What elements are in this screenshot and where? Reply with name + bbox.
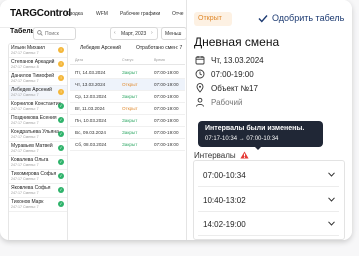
list-item[interactable]: Степанов Аркадий 247:17 Смены: 8! [9, 58, 67, 72]
shift-object: Объект №17 [195, 83, 345, 94]
top-nav: TARGControl Сводка WFM Рабочие графики О… [0, 0, 185, 28]
intervals-label: Интервалы [194, 151, 236, 160]
check-status-icon: ✓ [58, 131, 64, 137]
check-status-icon: ✓ [58, 159, 64, 165]
table-row[interactable]: Вт, 11.03.2024 Открыт 07:00-19:00 [70, 103, 185, 115]
chevron-down-icon [328, 197, 335, 202]
nav-item-summary[interactable]: Сводка [66, 11, 83, 17]
app-logo[interactable]: TARGControl [10, 8, 71, 19]
table-row[interactable]: Сб, 08.03.2024 Закрыт 07:00-19:00 [70, 139, 185, 151]
check-status-icon: ✓ [58, 103, 64, 109]
list-item[interactable]: Данилов Тимофей 247:17 Смены: 7! [9, 72, 67, 86]
nav-item-schedules[interactable]: Рабочие графики [120, 11, 160, 17]
nav-item-reports[interactable]: Отче [172, 11, 184, 17]
shift-position: Рабочий [195, 97, 345, 108]
list-item[interactable]: Муравьев Матвей 247:17 Смены: 7 ✓ [9, 142, 67, 156]
list-item[interactable]: Яковлева Софья 247:17 Смены: 7 ✓ [9, 184, 67, 198]
shift-title: Дневная смена [194, 35, 280, 49]
tooltip-change: 07:17-10:34 → 07:00-10:34 [205, 136, 279, 142]
list-item[interactable]: Кондратьева Ульяна 247:17 Смены: 7 ✓ [9, 128, 67, 142]
interval-select[interactable]: 10:40-13:02 [198, 189, 339, 212]
table-row[interactable]: Пн, 10.03.2024 Закрыт 07:00-19:00 [70, 115, 185, 127]
warning-status-dot: ! [58, 75, 64, 81]
intervals-changed-tooltip: Интервалы были изменены. 07:17-10:34 → 0… [198, 121, 323, 150]
list-item[interactable]: Ковалева Ольга 247:17 Смены: 7 ✓ [9, 156, 67, 170]
nav-item-wfm[interactable]: WFM [96, 11, 108, 17]
check-icon [258, 15, 268, 23]
tooltip-title: Интервалы были изменены. [205, 125, 305, 132]
month-picker[interactable]: ‹ Март, 2023 › [110, 27, 158, 40]
table-row[interactable]: Вс, 09.03.2024 Закрыт 07:00-19:00 [70, 127, 185, 139]
check-status-icon: ✓ [58, 145, 64, 151]
list-item-selected[interactable]: Лебедев Арсений 247:17 Смены: 7! [9, 86, 67, 100]
intervals-box: 07:00-10:34 10:40-13:02 14:02-19:00 [193, 160, 345, 240]
page-title: Табель [10, 28, 35, 35]
shift-time: 07:00-19:00 [195, 69, 345, 80]
month-label: Март, 2023 [121, 31, 147, 37]
table-header: Дата Статус Время [70, 56, 185, 65]
search-icon [37, 30, 43, 36]
tooltip-arrow [254, 146, 262, 150]
status-badge: Открыт [194, 12, 232, 26]
column-time: Время [154, 58, 165, 62]
list-item[interactable]: Ильин Михаил 247:17 Смены: 7! [9, 44, 67, 58]
less-button-label: Меньш [165, 31, 182, 37]
chevron-down-icon [328, 221, 335, 226]
selected-employee-header: Лебедев Арсений Отработано смен: 7 [70, 43, 185, 53]
list-item[interactable]: Поздникова Есения 247:17 Смены: 7 ✓ [9, 114, 67, 128]
employee-list: Ильин Михаил 247:17 Смены: 7! Степанов Ар… [8, 43, 68, 240]
app-window: TARGControl Сводка WFM Рабочие графики О… [0, 0, 352, 240]
check-status-icon: ✓ [58, 201, 64, 207]
chevron-left-icon[interactable]: ‹ [114, 30, 116, 36]
location-pin-icon [196, 83, 204, 93]
check-status-icon: ✓ [58, 117, 64, 123]
shift-table: Лебедев Арсений Отработано смен: 7 Дата … [70, 43, 185, 240]
warning-icon[interactable] [240, 151, 249, 159]
interval-select[interactable]: 14:02-19:00 [198, 213, 339, 236]
search-box[interactable] [33, 27, 76, 40]
clock-icon [195, 69, 205, 79]
column-status: Статус [122, 58, 134, 62]
list-item[interactable]: Корнилов Константин 247:17 Смены: 7 ✓ [9, 100, 67, 114]
approve-label: Одобрить табель [272, 13, 345, 23]
warning-status-dot: ! [58, 89, 64, 95]
warning-status-dot: ! [58, 61, 64, 67]
table-row[interactable]: Пт, 14.03.2024 Закрыт 07:00-19:00 [70, 67, 185, 79]
column-date: Дата [75, 58, 83, 62]
list-item[interactable]: Тихонов Марк 247:17 Смены: 7 ✓ [9, 198, 67, 212]
shifts-worked: Отработано смен: 7 [136, 45, 183, 51]
shift-date: Чт, 13.03.2024 [195, 55, 345, 66]
table-row-selected[interactable]: Чт, 13.03.2024 Открыт 07:00-19:00 [70, 79, 185, 91]
chevron-down-icon [328, 172, 335, 177]
chevron-right-icon[interactable]: › [151, 30, 153, 36]
warning-status-dot: ! [58, 47, 64, 53]
selected-employee-name: Лебедев Арсений [80, 45, 121, 51]
search-input[interactable] [45, 28, 73, 39]
table-row[interactable]: Ср, 12.03.2024 Закрыт 07:00-19:00 [70, 91, 185, 103]
timesheet-toolbar: Табель ‹ Март, 2023 › Меньш [0, 27, 187, 41]
list-item[interactable]: Тихомирова Софья 247:17 Смены: 7 ✓ [9, 170, 67, 184]
check-status-icon: ✓ [58, 187, 64, 193]
less-button[interactable]: Меньш [161, 27, 187, 40]
check-status-icon: ✓ [58, 173, 64, 179]
person-icon [196, 97, 204, 107]
calendar-icon [195, 56, 205, 65]
interval-select[interactable]: 07:00-10:34 [198, 164, 339, 187]
